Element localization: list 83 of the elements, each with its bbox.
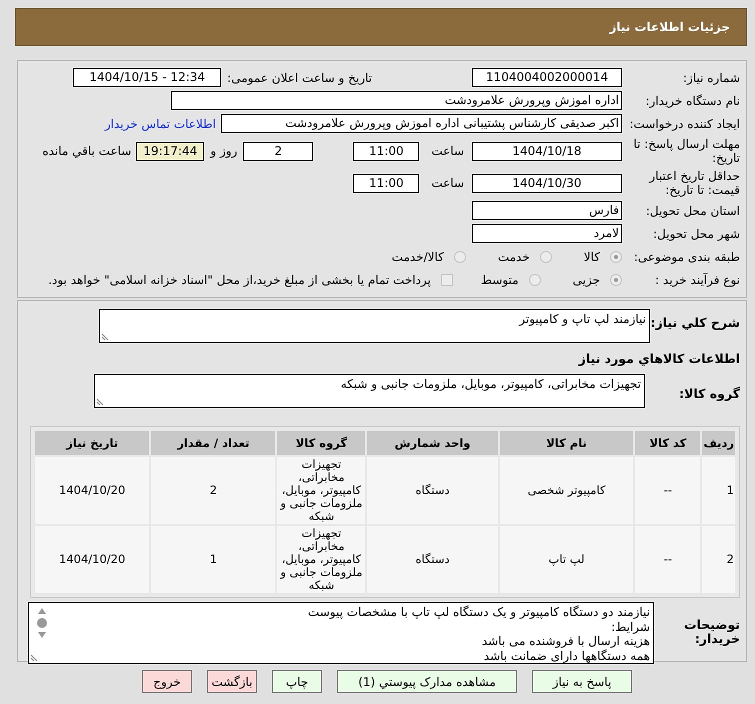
table-cell: -- bbox=[635, 457, 700, 524]
section-heading: اطلاعات کالاهاي مورد نیاز bbox=[577, 351, 740, 366]
deadline-date-field[interactable]: 1404/10/18 bbox=[472, 142, 622, 160]
column-header: تعداد / مقدار bbox=[151, 431, 276, 455]
radio-label: خدمت bbox=[498, 250, 530, 264]
field-label: توضیحات خریدار: bbox=[683, 616, 741, 646]
field-label: حداقل تاریخ اعتبار قیمت: تا تاریخ: bbox=[648, 169, 741, 197]
table-cell: 1 bbox=[151, 526, 276, 593]
goods-group-field[interactable]: تجهیزات مخابراتی، کامپیوتر، موبایل، ملزومات جانبی و شبکه bbox=[94, 374, 645, 408]
need-number-field[interactable]: 1104004002000014 bbox=[472, 68, 622, 87]
action-button[interactable]: خروج bbox=[142, 670, 192, 693]
text-line: شرایط: bbox=[610, 620, 650, 634]
column-header: ردیف bbox=[702, 431, 735, 455]
field-label: ایجاد کننده درخواست: bbox=[628, 116, 741, 130]
time-label: ساعت bbox=[431, 176, 464, 190]
resize-grip-icon[interactable] bbox=[30, 654, 38, 662]
table-cell: تجهیزات مخابراتی، کامپیوتر، موبایل، ملزومات جانبی و شبکه bbox=[277, 457, 366, 524]
column-header: واحد شمارش bbox=[367, 431, 498, 455]
field-label: طبقه بندی موضوعی: bbox=[632, 250, 741, 264]
province-field[interactable]: فارس bbox=[472, 201, 622, 220]
field-label: استان محل تحویل: bbox=[644, 204, 741, 218]
column-header: تاریخ نیاز bbox=[35, 431, 150, 455]
table-cell: 1404/10/20 bbox=[35, 526, 150, 593]
table-cell: -- bbox=[635, 526, 700, 593]
remaining-label: ساعت باقي مانده bbox=[42, 144, 132, 158]
radio-label: کالا/خدمت bbox=[392, 250, 444, 264]
remaining-time-field[interactable]: 19:17:44 bbox=[136, 142, 204, 160]
text-line: نیازمند دو دستگاه کامپیوتر و یک دستگاه لپ تاپ با مشخصات پیوست bbox=[306, 605, 650, 620]
city-field[interactable]: لامرد bbox=[472, 224, 622, 243]
scroll-thumb-icon[interactable] bbox=[37, 618, 47, 628]
time-label: ساعت bbox=[431, 144, 464, 158]
text-line: همه دستگاهها دارای ضمانت باشد bbox=[482, 648, 650, 663]
checkbox[interactable] bbox=[440, 274, 453, 286]
field-label: نام دستگاه خریدار: bbox=[644, 94, 741, 108]
table-cell: لپ تاپ bbox=[500, 526, 634, 593]
column-header: نام کالا bbox=[500, 431, 634, 455]
table-cell: تجهیزات مخابراتی، کامپیوتر، موبایل، ملزومات جانبی و شبکه bbox=[277, 526, 366, 593]
action-button[interactable]: چاپ bbox=[272, 670, 322, 693]
radio-label: متوسط bbox=[480, 272, 519, 286]
table-cell: 2 bbox=[151, 457, 276, 524]
scroll-down-icon[interactable] bbox=[37, 631, 47, 639]
column-header: کد کالا bbox=[635, 431, 700, 455]
action-button[interactable]: پاسخ به نیاز bbox=[532, 670, 632, 693]
field-label: نوع فرآیند خرید : bbox=[654, 272, 741, 286]
radio-label: جزیی bbox=[572, 272, 600, 286]
resize-grip-icon[interactable] bbox=[101, 333, 109, 341]
action-button[interactable]: مشاهده مدارک پیوستي (1) bbox=[337, 670, 517, 693]
field-label: شرح کلي نیاز: bbox=[650, 314, 741, 330]
field-label: تاریخ و ساعت اعلان عمومی: bbox=[227, 70, 372, 84]
scroll-up-icon[interactable] bbox=[37, 607, 47, 615]
days-field[interactable]: 2 bbox=[243, 142, 314, 160]
radio-button[interactable] bbox=[454, 250, 466, 262]
radio-button[interactable] bbox=[528, 274, 541, 286]
table-cell: 1404/10/20 bbox=[35, 457, 150, 524]
action-button[interactable]: بازگشت bbox=[207, 670, 257, 693]
table-cell: کامپیوتر شخصی bbox=[500, 457, 634, 524]
deadline-time-field[interactable]: 11:00 bbox=[353, 142, 420, 160]
table-cell: 1 bbox=[702, 457, 735, 524]
validity-time-field[interactable]: 11:00 bbox=[353, 174, 420, 192]
table-cell: 2 bbox=[702, 526, 735, 593]
radio-button[interactable] bbox=[610, 274, 622, 286]
contact-link[interactable]: اطلاعات تماس خریدار bbox=[104, 116, 216, 130]
field-label: مهلت ارسال پاسخ: تا تاریخ: bbox=[632, 137, 741, 165]
radio-button[interactable] bbox=[610, 250, 622, 262]
summary-field[interactable]: نیازمند لپ تاپ و کامپیوتر bbox=[99, 309, 650, 343]
page-title: جزئیات اطلاعات نیاز bbox=[609, 20, 730, 34]
checkbox-label: پرداخت تمام یا بخشی از مبلغ خرید،از محل "اسناد خزانه اسلامی" خواهد بود. bbox=[48, 272, 431, 286]
validity-date-field[interactable]: 1404/10/30 bbox=[472, 174, 622, 192]
creator-field[interactable]: اکبر صدیقی کارشناس پشتیبانی اداره اموزش وپرورش علامرودشت bbox=[221, 114, 622, 133]
text-line: هزینه ارسال با فروشنده می باشد bbox=[480, 634, 650, 648]
buyer-notes-field[interactable]: نیازمند دو دستگاه کامپیوتر و یک دستگاه لپ تاپ با مشخصات پیوست شرایط: هزینه ارسال با فروشنده می باشد همه دستگاهها دارای ضمانت باشد bbox=[28, 602, 654, 664]
buyer-org-field[interactable]: اداره اموزش وپرورش علامرودشت bbox=[171, 91, 622, 110]
table-cell: دستگاه bbox=[367, 526, 498, 593]
radio-label: کالا bbox=[584, 250, 600, 264]
announce-date-field[interactable]: 1404/10/15 - 12:34 bbox=[73, 68, 222, 87]
days-label: روز و bbox=[210, 144, 238, 158]
column-header: گروه کالا bbox=[277, 431, 366, 455]
resize-grip-icon[interactable] bbox=[96, 398, 104, 406]
radio-button[interactable] bbox=[540, 250, 552, 262]
field-label: شماره نیاز: bbox=[682, 70, 741, 84]
field-label: شهر محل تحویل: bbox=[652, 226, 741, 240]
table-cell: دستگاه bbox=[367, 457, 498, 524]
field-label: گروه کالا: bbox=[678, 385, 741, 401]
